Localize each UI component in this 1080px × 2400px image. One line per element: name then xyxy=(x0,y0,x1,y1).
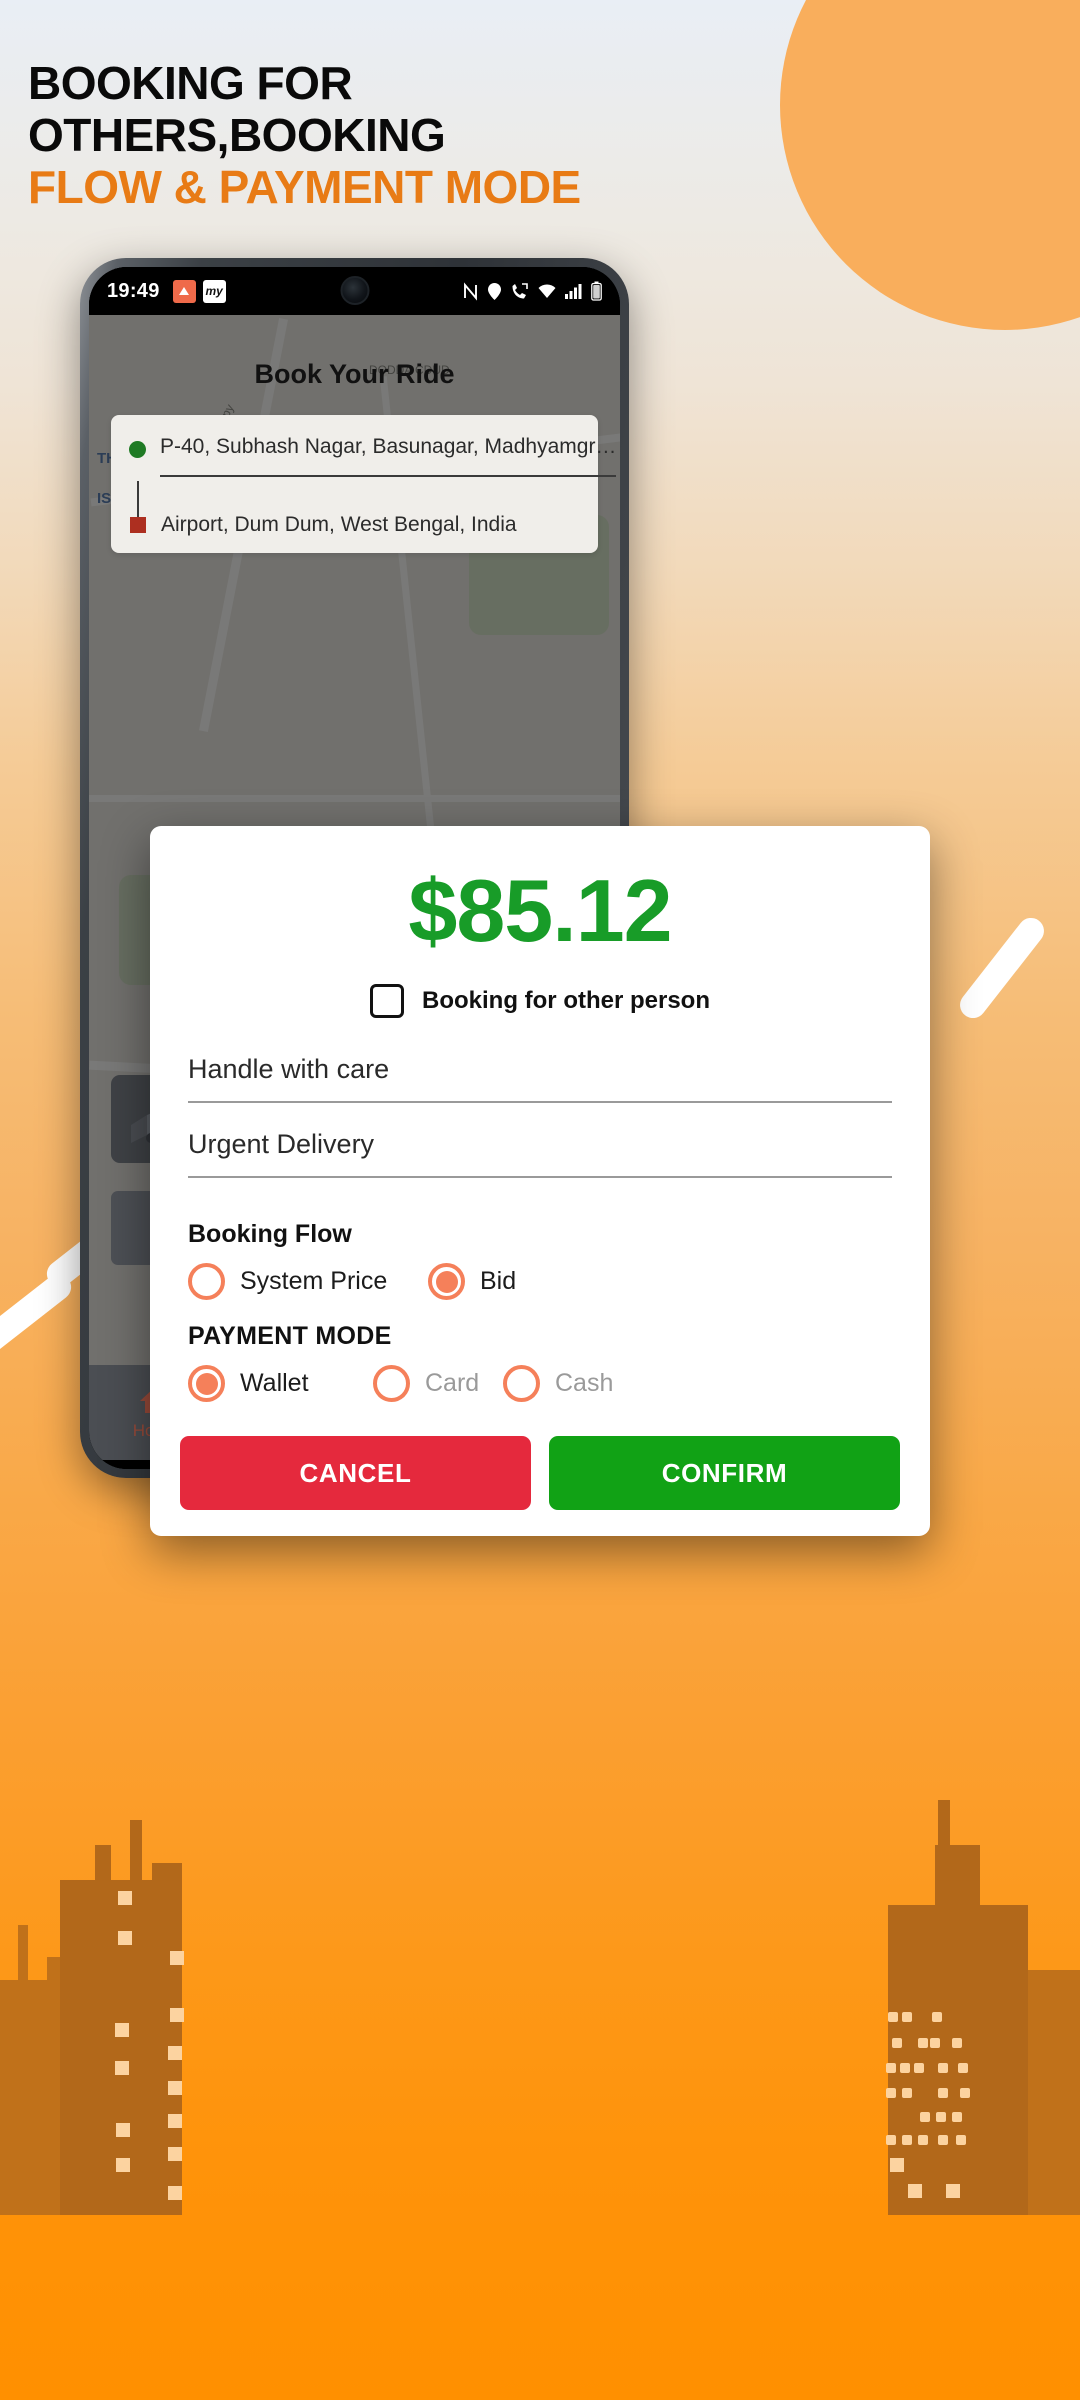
handle-instruction-value: Handle with care xyxy=(188,1054,390,1084)
notification-app-icon xyxy=(172,279,196,303)
status-bar-system-icons xyxy=(462,281,602,301)
route-connector xyxy=(137,480,139,517)
status-bar-clock: 19:49 xyxy=(107,279,160,302)
call-forward-icon xyxy=(512,282,528,298)
radio-bid-label: Bid xyxy=(480,1267,517,1295)
radio-system-price-indicator[interactable] xyxy=(188,1263,225,1300)
radio-cash[interactable]: Cash xyxy=(503,1365,613,1402)
radio-card[interactable]: Card xyxy=(373,1365,503,1402)
handle-instruction-underline xyxy=(188,1101,892,1103)
booking-for-other-label: Booking for other person xyxy=(422,987,710,1014)
radio-system-price-label: System Price xyxy=(240,1267,388,1295)
location-icon xyxy=(488,282,501,300)
radio-cash-label: Cash xyxy=(555,1369,614,1397)
headline-line-2: FLOW & PAYMENT MODE xyxy=(28,160,581,213)
payment-mode-options: Wallet Card Cash xyxy=(188,1365,892,1402)
wifi-icon xyxy=(538,283,556,298)
my-app-icon: my xyxy=(202,279,226,303)
delivery-urgency-field[interactable]: Urgent Delivery xyxy=(188,1115,892,1190)
city-skyline-decoration xyxy=(0,1800,1080,2400)
radio-card-label: Card xyxy=(425,1369,480,1397)
dropoff-marker xyxy=(129,475,147,533)
pickup-marker xyxy=(129,435,146,458)
screen-title: Book Your Ride xyxy=(254,359,455,389)
radio-wallet-label: Wallet xyxy=(240,1369,309,1397)
nfc-icon xyxy=(464,281,477,301)
radio-card-indicator[interactable] xyxy=(373,1365,410,1402)
status-bar: 19:49 my xyxy=(89,267,620,315)
dialog-actions: CANCEL CONFIRM xyxy=(180,1436,900,1510)
radio-system-price[interactable]: System Price xyxy=(188,1263,428,1300)
radio-cash-indicator[interactable] xyxy=(503,1365,540,1402)
battery-icon xyxy=(591,281,602,301)
status-bar-app-icons: my xyxy=(172,279,226,303)
dropoff-row[interactable]: Airport, Dum Dum, West Bengal, India xyxy=(129,475,580,537)
confirm-button[interactable]: CONFIRM xyxy=(549,1436,900,1510)
payment-mode-title: PAYMENT MODE xyxy=(188,1322,392,1350)
booking-flow-options: System Price Bid xyxy=(188,1263,892,1300)
headline-line-1: BOOKING FOR OTHERS,BOOKING xyxy=(28,57,446,161)
booking-confirmation-dialog: $85.12 Booking for other person Handle w… xyxy=(150,826,930,1536)
dropoff-square-icon xyxy=(130,516,146,533)
radio-bid-indicator[interactable] xyxy=(428,1263,465,1300)
address-card: P-40, Subhash Nagar, Basunagar, Madhyamg… xyxy=(111,415,617,553)
booking-for-other-checkbox[interactable] xyxy=(370,984,404,1018)
pickup-address: P-40, Subhash Nagar, Basunagar, Madhyamg… xyxy=(160,435,617,458)
pickup-dot-icon xyxy=(129,441,146,458)
radio-bid[interactable]: Bid xyxy=(428,1263,516,1300)
delivery-urgency-value: Urgent Delivery xyxy=(188,1129,375,1159)
pickup-row[interactable]: P-40, Subhash Nagar, Basunagar, Madhyamg… xyxy=(129,435,617,477)
dropoff-address: Airport, Dum Dum, West Bengal, India xyxy=(161,512,517,536)
front-camera-punchhole xyxy=(340,276,369,305)
handle-instruction-field[interactable]: Handle with care xyxy=(188,1040,892,1115)
radio-wallet-indicator[interactable] xyxy=(188,1365,225,1402)
radio-wallet[interactable]: Wallet xyxy=(188,1365,373,1402)
booking-flow-title: Booking Flow xyxy=(188,1220,352,1248)
page-headline: BOOKING FOR OTHERS,BOOKING FLOW & PAYMEN… xyxy=(28,57,728,214)
estimated-price: $85.12 xyxy=(408,861,672,960)
cancel-button[interactable]: CANCEL xyxy=(180,1436,531,1510)
signal-icon xyxy=(565,283,582,299)
booking-for-other-row[interactable]: Booking for other person xyxy=(150,970,930,1040)
delivery-urgency-underline xyxy=(188,1176,892,1178)
